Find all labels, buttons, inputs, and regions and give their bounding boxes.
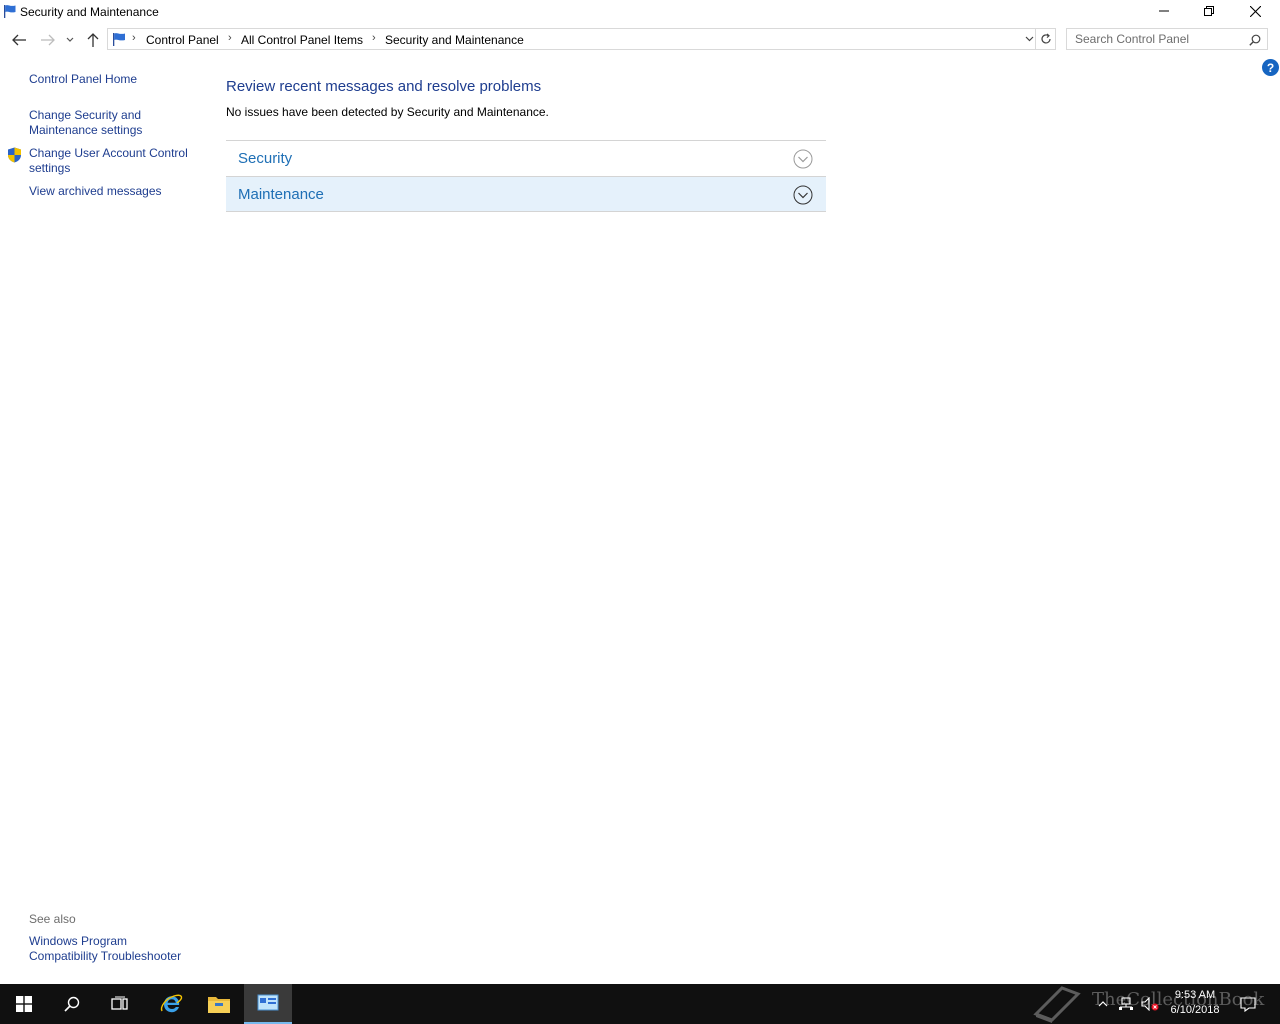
restore-button[interactable] <box>1186 0 1232 22</box>
breadcrumb-separator-icon[interactable]: › <box>132 32 136 44</box>
file-explorer-button[interactable] <box>195 984 243 1024</box>
compatibility-troubleshooter-line2[interactable]: Compatibility Troubleshooter <box>29 949 181 963</box>
flag-icon <box>113 33 125 46</box>
task-view-icon <box>111 996 128 1010</box>
control-panel-home-link[interactable]: Control Panel Home <box>29 72 204 87</box>
security-section-label: Security <box>238 150 293 167</box>
back-button[interactable] <box>9 30 29 50</box>
taskbar: TheCollectionBook 9:53 AM 6/10/2018 <box>0 984 1280 1024</box>
internet-explorer-button[interactable] <box>147 984 195 1024</box>
notification-icon <box>1240 997 1256 1012</box>
title-bar: Security and Maintenance <box>0 0 1280 24</box>
breadcrumb-security-and-maintenance[interactable]: Security and Maintenance <box>385 33 524 47</box>
control-panel-home-label[interactable]: Control Panel Home <box>29 72 137 86</box>
security-section-header[interactable]: Security <box>226 140 826 176</box>
refresh-icon <box>1040 33 1051 44</box>
refresh-button[interactable] <box>1036 28 1056 50</box>
change-uac-settings-line2[interactable]: settings <box>29 161 70 175</box>
change-security-settings-link[interactable]: Change Security and Maintenance settings <box>29 108 204 138</box>
show-hidden-icons-button[interactable] <box>1094 984 1112 1024</box>
clock-date: 6/10/2018 <box>1170 1004 1220 1016</box>
maintenance-section-header[interactable]: Maintenance <box>226 176 826 212</box>
address-history-button[interactable] <box>1023 32 1035 46</box>
close-icon <box>1249 5 1261 17</box>
search-box[interactable] <box>1066 28 1268 50</box>
maintenance-section-label: Maintenance <box>238 186 324 203</box>
search-icon[interactable] <box>1247 32 1263 48</box>
view-archived-messages-label[interactable]: View archived messages <box>29 184 162 198</box>
control-panel-taskbar-button[interactable] <box>244 984 292 1024</box>
up-arrow-icon <box>87 33 99 47</box>
view-archived-messages-link[interactable]: View archived messages <box>29 184 204 199</box>
help-icon[interactable]: ? <box>1262 59 1279 76</box>
status-message: No issues have been detected by Security… <box>226 105 549 119</box>
change-uac-settings-line1[interactable]: Change User Account Control <box>29 146 188 160</box>
task-view-button[interactable] <box>96 984 144 1024</box>
close-button[interactable] <box>1232 0 1278 22</box>
taskbar-search-button[interactable] <box>48 984 96 1024</box>
folder-icon <box>208 997 230 1013</box>
expand-chevron-icon[interactable] <box>793 149 813 169</box>
window-title: Security and Maintenance <box>20 5 159 19</box>
up-button[interactable] <box>83 30 103 50</box>
search-icon <box>64 996 80 1012</box>
minimize-icon <box>1159 10 1169 12</box>
change-security-settings-line2[interactable]: Maintenance settings <box>29 123 142 137</box>
network-icon <box>1119 997 1133 1010</box>
minimize-button[interactable] <box>1141 0 1187 22</box>
security-maintenance-window: Security and Maintenance › Control Panel… <box>0 0 1280 984</box>
expand-chevron-icon[interactable] <box>793 185 813 205</box>
volume-muted-icon <box>1141 997 1159 1011</box>
change-security-settings-line1[interactable]: Change Security and <box>29 108 141 122</box>
compatibility-troubleshooter-line1[interactable]: Windows Program <box>29 934 127 948</box>
address-bar[interactable]: › Control Panel › All Control Panel Item… <box>107 28 1036 50</box>
see-also-heading: See also <box>29 912 76 926</box>
recent-locations-button[interactable] <box>62 30 78 50</box>
breadcrumb-control-panel[interactable]: Control Panel <box>146 33 219 47</box>
page-title: Review recent messages and resolve probl… <box>226 78 542 95</box>
compatibility-troubleshooter-link[interactable]: Windows Program Compatibility Troublesho… <box>29 934 204 964</box>
navigation-bar: › Control Panel › All Control Panel Item… <box>0 26 1280 54</box>
clock[interactable]: 9:53 AM 6/10/2018 <box>1162 988 1228 1018</box>
control-panel-icon <box>257 994 279 1011</box>
forward-arrow-icon <box>41 34 55 46</box>
change-uac-settings-link[interactable]: Change User Account Control settings <box>29 146 204 176</box>
chevron-up-icon <box>1098 1001 1108 1007</box>
flag-icon <box>4 5 16 18</box>
chevron-down-icon <box>66 37 74 42</box>
windows-logo-icon <box>16 996 32 1012</box>
search-input[interactable] <box>1067 29 1247 49</box>
start-button[interactable] <box>0 984 48 1024</box>
forward-button[interactable] <box>38 30 58 50</box>
network-tray-button[interactable] <box>1116 984 1136 1024</box>
back-arrow-icon <box>12 34 26 46</box>
breadcrumb-separator-icon[interactable]: › <box>228 32 232 44</box>
action-center-button[interactable] <box>1236 984 1260 1024</box>
breadcrumb-separator-icon[interactable]: › <box>372 32 376 44</box>
chevron-down-icon <box>1025 36 1033 42</box>
breadcrumb-all-control-panel-items[interactable]: All Control Panel Items <box>241 33 363 47</box>
volume-tray-button[interactable] <box>1140 984 1160 1024</box>
internet-explorer-icon <box>160 994 183 1013</box>
clock-time: 9:53 AM <box>1174 989 1216 1001</box>
restore-icon <box>1204 6 1214 16</box>
book-icon <box>1033 986 1081 1023</box>
uac-shield-icon <box>8 147 21 163</box>
